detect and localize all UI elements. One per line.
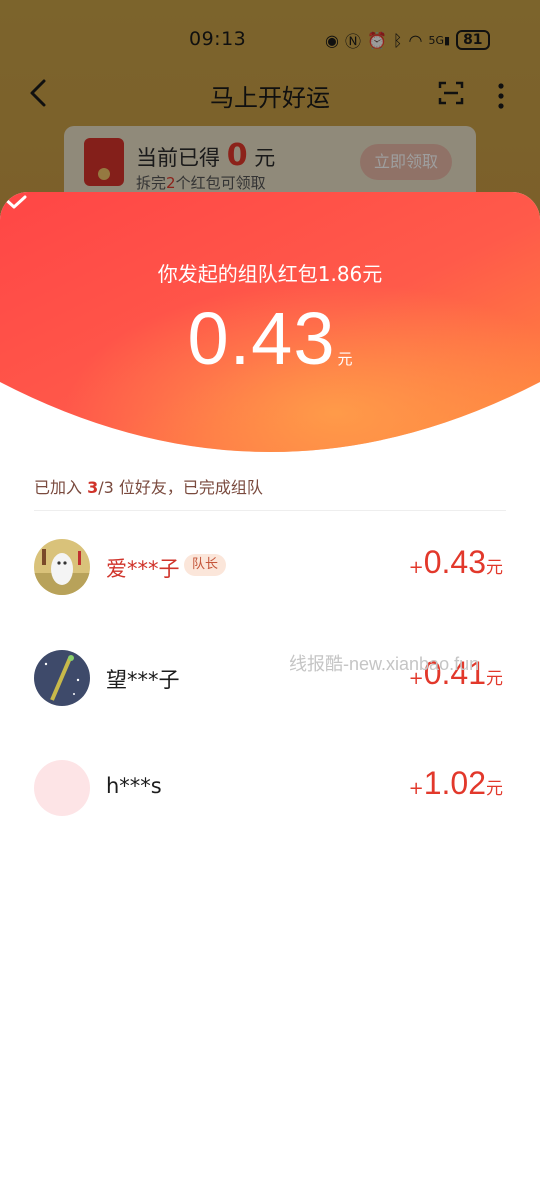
amount-sign: + [408,778,424,799]
amount-value: 0.43 [423,544,486,580]
avatar [34,539,90,595]
amount-sign: + [408,557,424,578]
chevron-down-icon[interactable] [0,192,28,212]
red-packet-sheet: 你发起的组队红包1.86元 0.43 元 已加入 3/3 位好友，已完成组队 爱*… [0,192,540,1188]
member-amount: +0.43元 [409,544,503,581]
watermark: 线报酷-new.xianbao.fun [289,654,480,674]
team-status: 已加入 3/3 位好友，已完成组队 [34,474,263,498]
received-amount: 0.43 元 [0,296,540,381]
sheet-header: 你发起的组队红包1.86元 0.43 元 [0,192,540,452]
member-name: 望***子 [106,668,180,692]
member-amount: +1.02元 [409,765,503,802]
received-amount-unit: 元 [337,350,353,368]
amount-unit: 元 [486,558,503,578]
member-name: h***s [106,774,162,798]
team-packet-total: 你发起的组队红包1.86元 [157,262,383,286]
leader-badge: 队长 [184,554,227,576]
team-status-prefix: 已加入 [34,478,88,497]
team-status-count: 3 [87,478,99,497]
amount-unit: 元 [486,669,503,689]
amount-value: 1.02 [423,765,486,801]
member-row: h***s +1.02元 [0,753,540,823]
member-name: 爱***子 [106,557,180,581]
divider [34,510,506,511]
received-amount-value: 0.43 [187,297,336,380]
amount-unit: 元 [486,779,503,799]
avatar [34,760,90,816]
member-row: 爱***子 队长 +0.43元 [0,532,540,602]
team-status-suffix: /3 位好友，已完成组队 [98,478,263,497]
avatar [34,650,90,706]
